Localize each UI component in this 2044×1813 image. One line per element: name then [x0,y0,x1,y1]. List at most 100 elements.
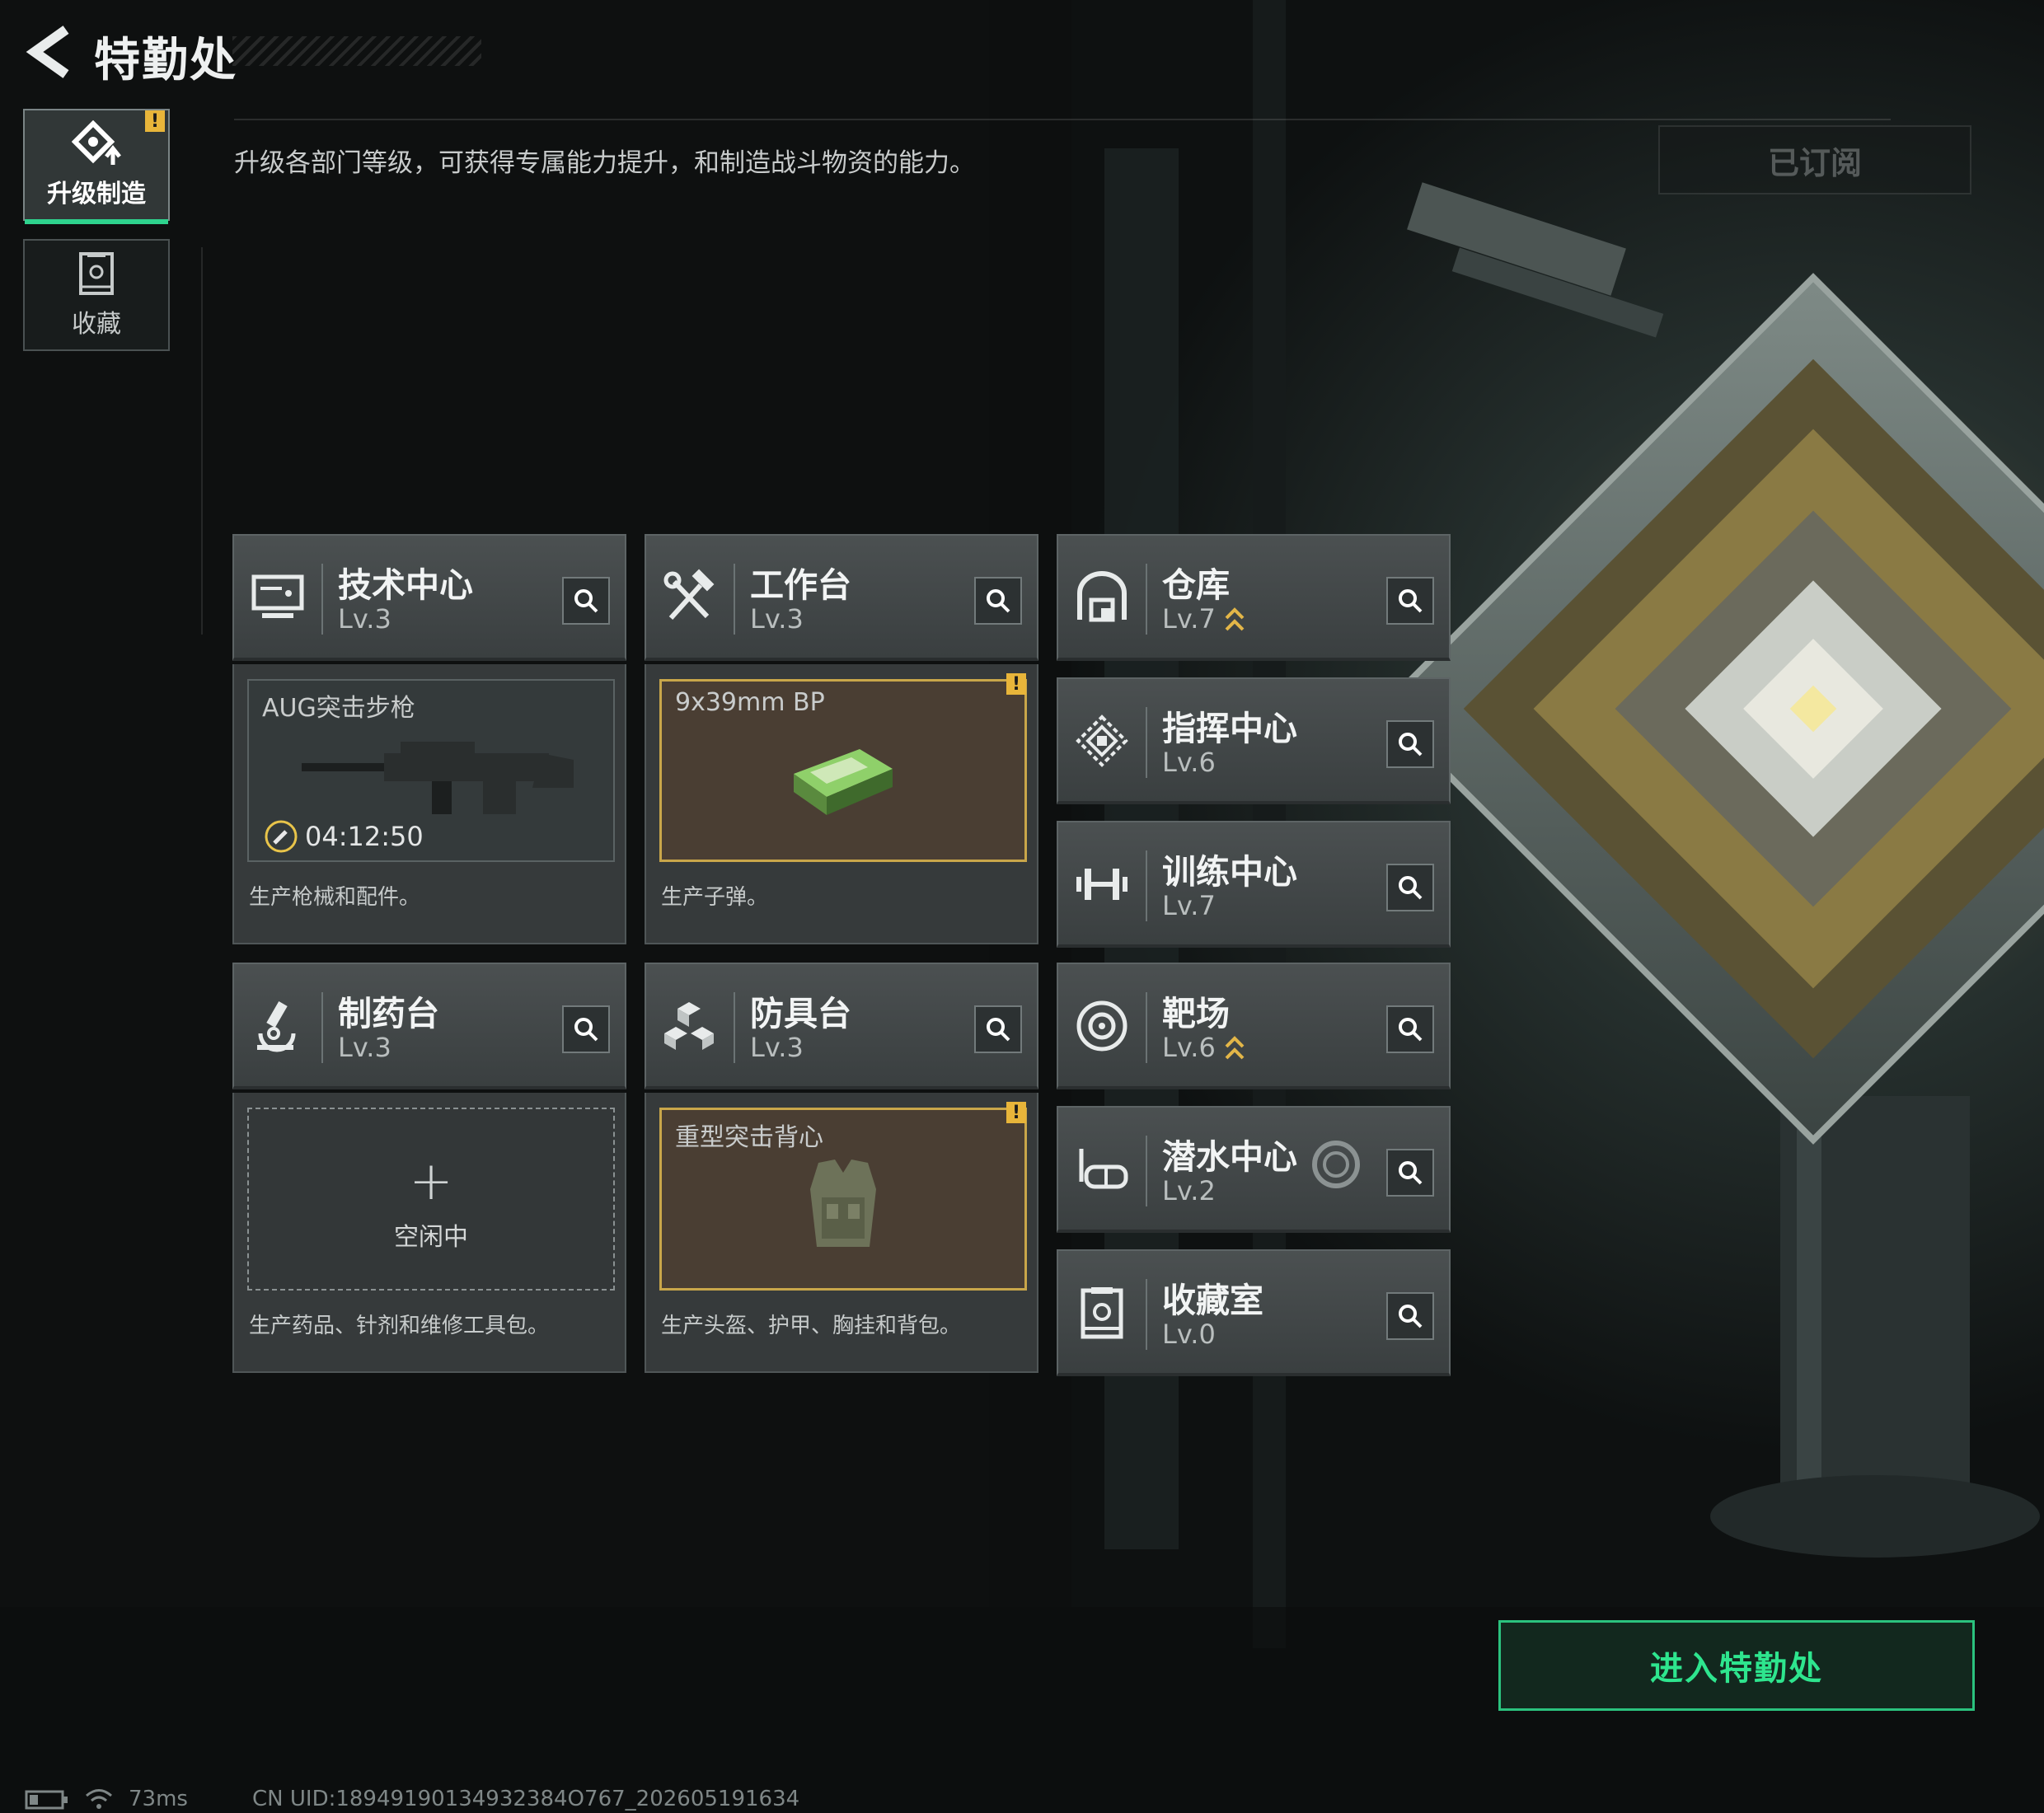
search-button[interactable] [1386,1005,1434,1053]
back-arrow-icon[interactable] [25,25,74,79]
level-up-chevron-icon [1225,1036,1245,1060]
subscribed-button[interactable]: 已订阅 [1658,125,1971,194]
search-icon [987,589,1010,613]
search-button[interactable] [1386,1292,1434,1340]
search-icon [1399,589,1423,613]
dept-card-pharmacy[interactable]: 制药台 Lv.3 [232,963,626,1089]
card-separator [734,992,735,1063]
production-slot-empty[interactable]: + 空闲中 [247,1108,615,1291]
tab-collection-label: 收藏 [72,310,121,339]
dept-level: Lv.0 [1162,1319,1216,1350]
search-button[interactable] [1386,720,1434,768]
dept-name: 仓库 [1162,565,1230,605]
search-icon [987,1018,1010,1042]
uid-text: CN UID:18949190134932384O767_20260519163… [252,1787,800,1811]
dumbbell-icon [1076,869,1127,900]
dept-card-armor-bench[interactable]: 防具台 Lv.3 [645,963,1038,1089]
card-separator [1146,850,1147,921]
dept-name: 靶场 [1162,994,1230,1033]
dept-level: Lv.3 [750,603,804,635]
card-separator [1146,992,1147,1063]
dept-name: 制药台 [338,994,439,1033]
ammo-box-image [794,749,893,815]
slot-alert-badge: ! [1006,673,1026,695]
dept-level: Lv.3 [750,1032,804,1063]
enter-button-label: 进入特勤处 [1650,1650,1823,1688]
search-button[interactable] [1386,1149,1434,1197]
timer-value: 04:12:50 [305,821,424,852]
dept-level: Lv.3 [338,1032,391,1063]
dept-card-shooting-range[interactable]: 靶场 Lv.6 [1057,963,1451,1089]
search-icon [1399,876,1423,900]
title-hatch-decoration [232,36,481,66]
sidebar-divider [201,247,203,635]
dept-card-tech-center[interactable]: 技术中心 Lv.3 [232,534,626,661]
command-chip-icon [1076,714,1128,767]
dept-card-command-center[interactable]: 指挥中心 Lv.6 [1057,677,1451,804]
hammer-wrench-icon [663,569,715,621]
enter-special-ops-button[interactable]: 进入特勤处 [1498,1620,1975,1711]
wifi-icon [86,1789,112,1809]
dept-card-training-center[interactable]: 训练中心 Lv.7 [1057,821,1451,948]
production-item-name: AUG突击步枪 [262,694,415,723]
dept-name: 指挥中心 [1162,709,1297,748]
level-up-chevron-icon [1225,607,1245,631]
card-separator [1146,564,1147,635]
production-slot[interactable]: 9x39mm BP ! [659,673,1027,862]
armor-cubes-icon [664,1002,714,1050]
vest-image [810,1159,876,1247]
idle-status: 空闲中 [394,1223,468,1252]
search-button[interactable] [562,577,610,625]
dept-name: 收藏室 [1162,1281,1263,1320]
dept-card-diving-center[interactable]: 潜水中心 Lv.2 [1057,1106,1451,1233]
header-divider [234,119,1891,120]
dept-card-workbench[interactable]: 工作台 Lv.3 [645,534,1038,661]
search-icon [1399,733,1423,757]
search-icon [574,589,598,613]
card-separator [734,564,735,635]
tab-collection[interactable]: 收藏 [23,239,170,351]
wrench-timer-icon [265,820,298,853]
dept-name: 训练中心 [1162,852,1297,892]
search-icon [574,1018,598,1042]
rifle-image [302,742,574,814]
tab-alert-badge: ! [145,110,165,132]
production-timer: 04:12:50 [264,819,424,854]
card-separator [321,564,323,635]
subscribed-label: 已订阅 [1767,144,1862,181]
search-button[interactable] [1386,864,1434,911]
production-slot[interactable]: 重型突击背心 ! [659,1102,1027,1291]
search-button[interactable] [974,577,1022,625]
search-button[interactable] [1386,577,1434,625]
production-item-name: 9x39mm BP [675,688,825,717]
search-icon [1399,1161,1423,1185]
collection-cabinet-icon [79,252,114,295]
ping-indicator: 73ms [129,1787,188,1811]
tab-upgrade-craft[interactable]: 升级制造 ! [23,109,170,224]
dept-name: 工作台 [750,565,851,605]
slot-alert-badge: ! [1006,1102,1026,1123]
card-separator [1146,1279,1147,1350]
dept-card-warehouse[interactable]: 仓库 Lv.7 [1057,534,1451,661]
battery-icon [25,1790,68,1810]
dept-card-collection-room[interactable]: 收藏室 Lv.0 [1057,1249,1451,1376]
add-icon: + [409,1151,453,1212]
production-slot[interactable]: AUG突击步枪 04:12:50 [247,679,615,862]
collection-cabinet-icon [1081,1287,1123,1339]
card-separator [1146,707,1147,778]
card-separator [321,992,323,1063]
dept-name: 潜水中心 [1162,1137,1297,1177]
warehouse-icon [1077,571,1127,622]
dept-name: 技术中心 [338,565,473,605]
search-button[interactable] [974,1005,1022,1053]
panel-description: 生产枪械和配件。 [249,885,421,910]
search-button[interactable] [562,1005,610,1053]
production-item-name: 重型突击背心 [675,1123,823,1152]
dept-name: 防具台 [750,994,851,1033]
production-panel-workbench: 9x39mm BP ! 生产子弹。 [645,664,1038,944]
page-description: 升级各部门等级，可获得专属能力提升，和制造战斗物资的能力。 [234,148,975,178]
dept-level: Lv.3 [338,603,391,635]
panel-description: 生产头盔、护甲、胸挂和背包。 [661,1314,962,1338]
status-ring-icon [1312,1141,1360,1188]
production-panel-tech-center: AUG突击步枪 04:12:50 生产枪械和配件。 [232,664,626,944]
